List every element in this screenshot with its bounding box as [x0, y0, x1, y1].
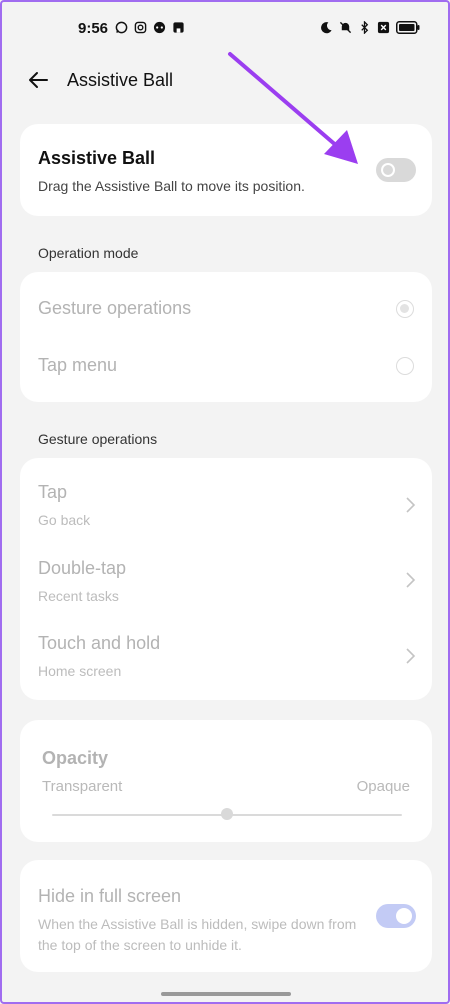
- opacity-card: Opacity Transparent Opaque: [20, 720, 432, 842]
- chevron-right-icon: [406, 648, 416, 664]
- option-gesture-operations[interactable]: Gesture operations: [38, 298, 191, 319]
- page-title: Assistive Ball: [67, 70, 174, 90]
- assistive-ball-description: Drag the Assistive Ball to move its posi…: [38, 178, 305, 194]
- opacity-min-label: Transparent: [42, 778, 123, 795]
- gesture-item-title: Tap: [38, 482, 68, 502]
- option-tap-menu[interactable]: Tap menu: [38, 355, 117, 376]
- tap-menu-radio[interactable]: [396, 357, 414, 375]
- opacity-max-label: Opaque: [356, 778, 410, 795]
- toggle-knob: [381, 163, 395, 177]
- hide-full-screen-card[interactable]: Hide in full screen When the Assistive B…: [20, 860, 432, 972]
- whatsapp-icon: [115, 21, 128, 34]
- assistive-ball-card[interactable]: Assistive Ball Drag the Assistive Ball t…: [20, 124, 432, 216]
- assistive-ball-title: Assistive Ball: [38, 148, 156, 168]
- messenger-icon: [153, 21, 166, 34]
- gesture-item-subtitle: Go back: [38, 512, 91, 528]
- gesture-operations-radio[interactable]: [396, 300, 414, 318]
- home-indicator[interactable]: [161, 992, 291, 996]
- gesture-operations-label: Gesture operations: [38, 431, 158, 447]
- gesture-item-title: Touch and hold: [38, 633, 161, 653]
- gesture-item-title: Double-tap: [38, 558, 127, 578]
- phone-screen: 9:56 Assistive Ball Assistive Ball Drag …: [0, 0, 450, 1004]
- assistive-ball-toggle[interactable]: [376, 158, 416, 182]
- gesture-operations-card: Tap Go back Double-tap Recent tasks Touc…: [20, 458, 432, 700]
- status-time: 9:56: [78, 20, 109, 37]
- chevron-right-icon: [406, 572, 416, 588]
- status-bar: 9:56: [2, 2, 448, 58]
- operation-mode-label: Operation mode: [38, 245, 139, 261]
- bluetooth-icon: [361, 21, 369, 34]
- hide-full-screen-description: When the Assistive Ball is hidden, swipe…: [38, 916, 357, 953]
- gesture-item-subtitle: Home screen: [38, 663, 122, 679]
- hide-full-screen-title: Hide in full screen: [38, 886, 182, 906]
- back-arrow-icon[interactable]: [26, 68, 50, 92]
- mute-icon: [339, 21, 352, 34]
- opacity-slider-thumb[interactable]: [221, 808, 233, 820]
- close-box-icon: [377, 21, 390, 34]
- chevron-right-icon: [406, 497, 416, 513]
- moon-icon: [321, 22, 332, 34]
- opacity-title: Opacity: [42, 748, 109, 768]
- battery-icon: [396, 21, 420, 34]
- toggle-knob: [396, 908, 412, 924]
- instagram-icon: [134, 21, 147, 34]
- gesture-item-subtitle: Recent tasks: [38, 588, 119, 604]
- operation-mode-card: Gesture operations Tap menu: [20, 272, 432, 402]
- hide-full-screen-toggle[interactable]: [376, 904, 416, 928]
- app-icon: [173, 22, 184, 33]
